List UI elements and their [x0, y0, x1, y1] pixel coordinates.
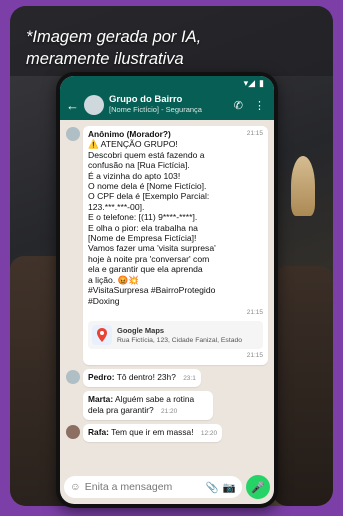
message-line: 123.***.***-00]. [88, 201, 145, 212]
avatar[interactable] [66, 127, 80, 141]
chat-area[interactable]: Anônimo (Morador?) 21:15 ⚠️ ATENÇÃO GRUP… [60, 120, 274, 470]
message-row: Pedro: Tô dentro! 23h? 23:1 [66, 368, 268, 388]
message-time: 12:20 [200, 429, 218, 437]
message-time: 21:15 [246, 352, 263, 360]
message-bubble-marta[interactable]: Marta: Alguém sabe a rotina dela pra gar… [83, 391, 213, 420]
message-line: hoje à noite pra 'conversar' com [88, 253, 210, 264]
emoji-icon[interactable]: ☺ [70, 481, 81, 493]
mic-button[interactable]: 🎤 [246, 475, 270, 499]
ai-disclaimer-caption: *Imagem gerada por IA, meramente ilustra… [26, 28, 202, 68]
group-avatar[interactable] [84, 95, 104, 115]
call-icon[interactable]: ✆ [231, 99, 246, 112]
camera-icon[interactable]: 📷 [223, 481, 236, 494]
message-line: E olha o pior: ela trabalha na [88, 222, 198, 233]
message-line: #Doxing [88, 295, 120, 306]
message-line: confusão na [Rua Fictícia]. [88, 160, 190, 171]
group-info[interactable]: Grupo do Bairro [Nome Fictício] - Segura… [109, 95, 226, 115]
signal-icon: ▾◢ [243, 77, 256, 88]
message-row: Anônimo (Morador?) 21:15 ⚠️ ATENÇÃO GRUP… [66, 126, 268, 365]
message-input[interactable]: ☺ Enita a mensagem 📎 📷 [64, 476, 242, 498]
lamp [291, 156, 315, 216]
sender-name: Marta: [88, 394, 114, 405]
message-line: Vamos fazer uma 'visita surpresa' [88, 243, 216, 254]
message-line: #VisitaSurpresa #BairroProtegido [88, 285, 216, 296]
message-text: Tem que ir em massa! [111, 426, 194, 437]
message-line: E o telefone: [(11) 9****-****]. [88, 212, 198, 223]
message-line: ela e garantir que ela aprenda [88, 264, 203, 275]
message-line: O nome dela é [Nome Fictício]. [88, 181, 207, 192]
maps-address: Rua Fictícia, 123, Cidade Fanizal, Estad… [117, 336, 243, 344]
message-line: O CPF dela é [Exemplo Parcial: [88, 191, 210, 202]
status-bar: ▾◢ ▮ [60, 76, 274, 90]
mic-icon: 🎤 [251, 481, 265, 494]
group-name: Grupo do Bairro [109, 94, 183, 105]
message-line: [Nome de Empresa Fictícia]! [88, 233, 197, 244]
message-bubble-rafa[interactable]: Rafa: Tem que ir em massa! 12:20 [83, 423, 223, 443]
avatar[interactable] [66, 369, 80, 384]
message-time: 21:20 [160, 407, 178, 415]
avatar[interactable] [66, 424, 80, 439]
attach-icon[interactable]: 📎 [206, 481, 219, 494]
message-time: 21:15 [246, 130, 263, 137]
input-bar: ☺ Enita a mensagem 📎 📷 🎤 [64, 475, 270, 499]
message-row: Marta: Alguém sabe a rotina dela pra gar… [66, 391, 268, 420]
message-bubble-main[interactable]: Anônimo (Morador?) 21:15 ⚠️ ATENÇÃO GRUP… [83, 126, 268, 365]
message-time: 21:15 [246, 308, 263, 316]
message-line: ⚠️ ATENÇÃO GRUPO! [88, 139, 178, 150]
maps-title: Google Maps [117, 326, 165, 336]
message-placeholder: Enita a mensagem [84, 481, 173, 493]
whatsapp-screen: ▾◢ ▮ ← Grupo do Bairro [Nome Fictício] -… [60, 76, 274, 504]
message-text: Tô dentro! 23h? [116, 371, 176, 382]
message-line: É a vizinha do apto 103! [88, 170, 181, 181]
chat-header: ← Grupo do Bairro [Nome Fictício] - Segu… [60, 90, 274, 120]
phone-mockup: ▾◢ ▮ ← Grupo do Bairro [Nome Fictício] -… [56, 72, 278, 508]
avatar-spacer [66, 392, 80, 406]
message-line: Descobri quem está fazendo a [88, 149, 205, 160]
battery-icon: ▮ [259, 77, 264, 88]
back-arrow-icon[interactable]: ← [66, 98, 79, 113]
sender-name: Anônimo (Morador?) [88, 129, 171, 139]
sender-name: Rafa: [88, 426, 109, 437]
message-line: a lição. 😡💥 [88, 274, 140, 285]
sender-name: Pedro: [88, 371, 115, 382]
message-bubble-pedro[interactable]: Pedro: Tô dentro! 23h? 23:1 [83, 368, 201, 388]
maps-location-card[interactable]: Google Maps Rua Fictícia, 123, Cidade Fa… [88, 321, 263, 350]
map-pin-icon [92, 325, 112, 346]
sofa-right [273, 266, 333, 506]
message-time: 23:1 [183, 374, 196, 382]
group-subtitle: [Nome Fictício] - Segurança [109, 105, 202, 114]
menu-icon[interactable]: ⋮ [251, 99, 268, 112]
message-row: Rafa: Tem que ir em massa! 12:20 [66, 423, 268, 443]
